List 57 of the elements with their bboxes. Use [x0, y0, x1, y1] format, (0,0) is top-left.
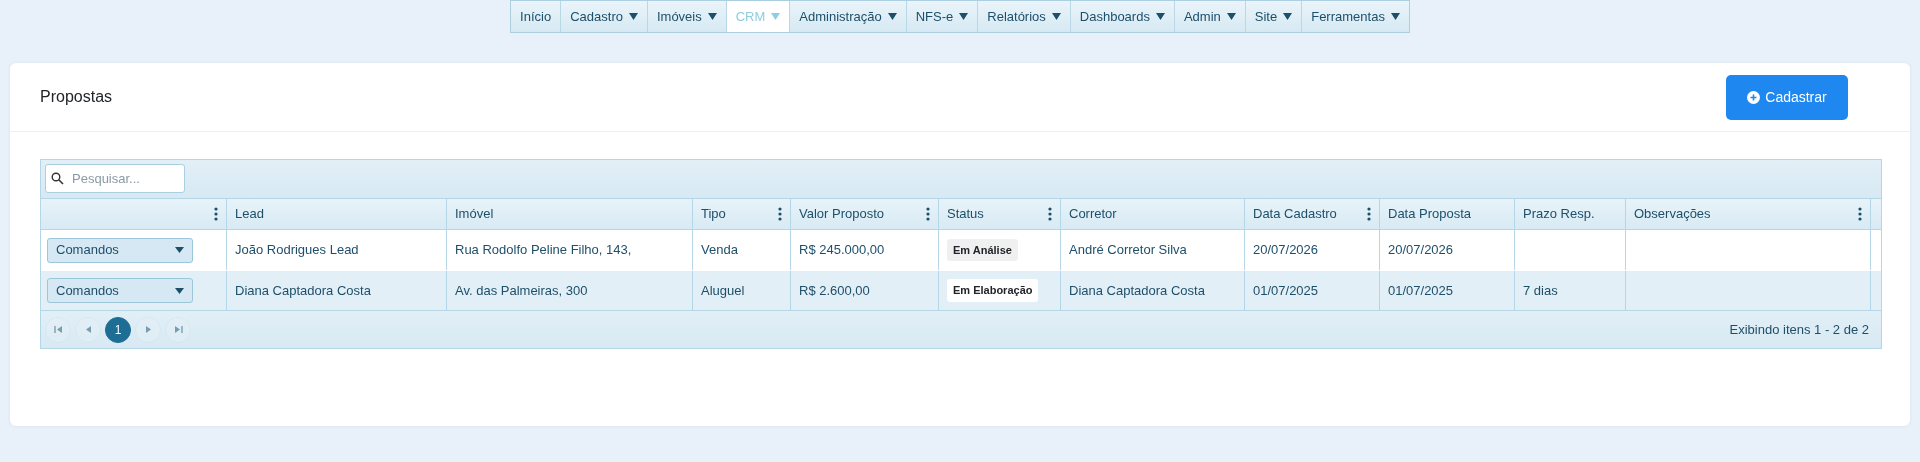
table-cell-text: Av. das Palmeiras, 300 [455, 281, 588, 300]
table-cell-text: Diana Captadora Costa [1069, 281, 1205, 300]
table-cell-text: Aluguel [701, 281, 745, 300]
column-header[interactable]: Status [939, 199, 1061, 229]
menu-item[interactable]: NFS-e [906, 1, 979, 32]
table-cell-text: André Corretor Silva [1069, 241, 1187, 260]
column-header[interactable]: Lead [227, 199, 447, 229]
table-cell-text: 20/07/2026 [1388, 241, 1454, 260]
menu-item[interactable]: Dashboards [1070, 1, 1175, 32]
kebab-menu-icon[interactable] [1858, 207, 1862, 221]
table-cell-text: 01/07/2025 [1388, 281, 1454, 300]
commands-dropdown[interactable]: Comandos [47, 278, 193, 303]
menu-item[interactable]: Relatórios [978, 1, 1071, 32]
plus-circle-icon [1747, 90, 1761, 104]
column-header[interactable]: Corretor [1061, 199, 1245, 229]
menu-item[interactable]: Ferramentas [1302, 1, 1409, 32]
first-page-icon [53, 325, 63, 334]
page-title: Propostas [40, 87, 113, 107]
menu-item[interactable]: Cadastro [561, 1, 648, 32]
table-cell-text: 7 dias [1523, 281, 1558, 300]
status-tag: Em Elaboração [947, 279, 1039, 302]
next-page-icon [143, 325, 153, 334]
column-header[interactable]: Data Proposta [1380, 199, 1515, 229]
kebab-menu-icon[interactable] [778, 207, 782, 221]
menu-item[interactable]: Imóveis [647, 1, 727, 32]
kebab-menu-icon[interactable] [1048, 207, 1052, 221]
menu-item[interactable]: Site [1245, 1, 1303, 32]
column-header[interactable]: Observações [1626, 199, 1871, 229]
column-header[interactable]: Tipo [693, 199, 791, 229]
table-cell-text: R$ 2.600,00 [799, 281, 870, 300]
table-cell-text: João Rodrigues Lead [235, 241, 359, 260]
table-cell-text: Rua Rodolfo Peline Filho, 143, [455, 241, 632, 260]
page-button[interactable]: 1 [105, 316, 131, 343]
table-cell-text: 01/07/2025 [1253, 281, 1319, 300]
menu-item[interactable]: Administração [790, 1, 907, 32]
search-field[interactable]: Pesquisar... [45, 164, 185, 193]
table-cell-text: 20/07/2026 [1253, 241, 1319, 260]
table-cell-text: R$ 245.000,00 [799, 241, 885, 260]
add-button[interactable]: Cadastrar [1726, 74, 1848, 120]
previous-page-icon [83, 325, 93, 334]
last-page-icon [173, 325, 183, 334]
kebab-menu-icon[interactable] [214, 207, 218, 221]
column-header[interactable]: Data Cadastro [1245, 199, 1380, 229]
column-header[interactable]: Imóvel [447, 199, 693, 229]
table-cell-text: Diana Captadora Costa [235, 281, 371, 300]
caret-icon [175, 287, 184, 294]
table-cell-text: Venda [701, 241, 738, 260]
kebab-menu-icon[interactable] [926, 207, 930, 221]
caret-icon [175, 247, 184, 253]
kebab-menu-icon[interactable] [1367, 207, 1371, 221]
menu-item[interactable]: Início [511, 1, 562, 32]
column-header[interactable]: Prazo Resp. [1515, 199, 1626, 229]
menu-item[interactable]: Admin [1174, 1, 1246, 32]
column-header[interactable]: Valor Proposto [791, 199, 939, 229]
commands-dropdown[interactable]: Comandos [47, 237, 193, 263]
status-tag: Em Análise [947, 238, 1018, 262]
pager-summary: Exibindo itens 1 - 2 de 2 [1729, 320, 1869, 339]
